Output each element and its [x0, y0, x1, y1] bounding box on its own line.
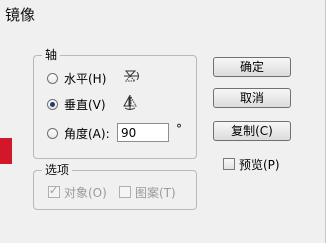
objects-checkbox-row[interactable]: 对象(O) [48, 183, 107, 201]
angle-input[interactable] [117, 123, 169, 142]
preview-checkbox[interactable] [223, 158, 235, 170]
vertical-label: 垂直(V) [64, 97, 106, 112]
objects-label: 对象(O) [64, 185, 107, 200]
ok-button[interactable]: 确定 [213, 57, 291, 77]
axis-group-caption: 轴 [42, 47, 61, 63]
degree-symbol: ° [176, 122, 182, 136]
horizontal-axis-icon [123, 67, 141, 85]
pattern-checkbox-row[interactable]: 图案(T) [119, 183, 176, 201]
horizontal-radio[interactable] [47, 72, 58, 84]
mirror-dialog: 镜像 轴 水平(H) 垂直(V) 角度(A): ° 选 [0, 0, 326, 243]
angle-label: 角度(A): [64, 126, 110, 141]
copy-button[interactable]: 复制(C) [213, 121, 291, 141]
preview-label: 预览(P) [239, 157, 280, 172]
vertical-radio-row[interactable]: 垂直(V) [47, 94, 106, 114]
angle-radio-row[interactable]: 角度(A): [47, 123, 110, 143]
angle-radio[interactable] [47, 127, 58, 139]
red-marker [0, 138, 12, 164]
vertical-radio[interactable] [47, 98, 58, 110]
horizontal-label: 水平(H) [64, 71, 107, 86]
dialog-title: 镜像 [5, 6, 36, 24]
pattern-checkbox[interactable] [119, 186, 131, 198]
vertical-axis-icon [121, 94, 139, 112]
horizontal-radio-row[interactable]: 水平(H) [47, 68, 106, 88]
preview-checkbox-row[interactable]: 预览(P) [223, 155, 280, 173]
options-group-caption: 选项 [42, 162, 73, 178]
title-bar[interactable]: 镜像 [0, 0, 326, 36]
pattern-label: 图案(T) [135, 185, 176, 200]
cancel-button[interactable]: 取消 [213, 88, 291, 108]
objects-checkbox[interactable] [48, 184, 60, 198]
